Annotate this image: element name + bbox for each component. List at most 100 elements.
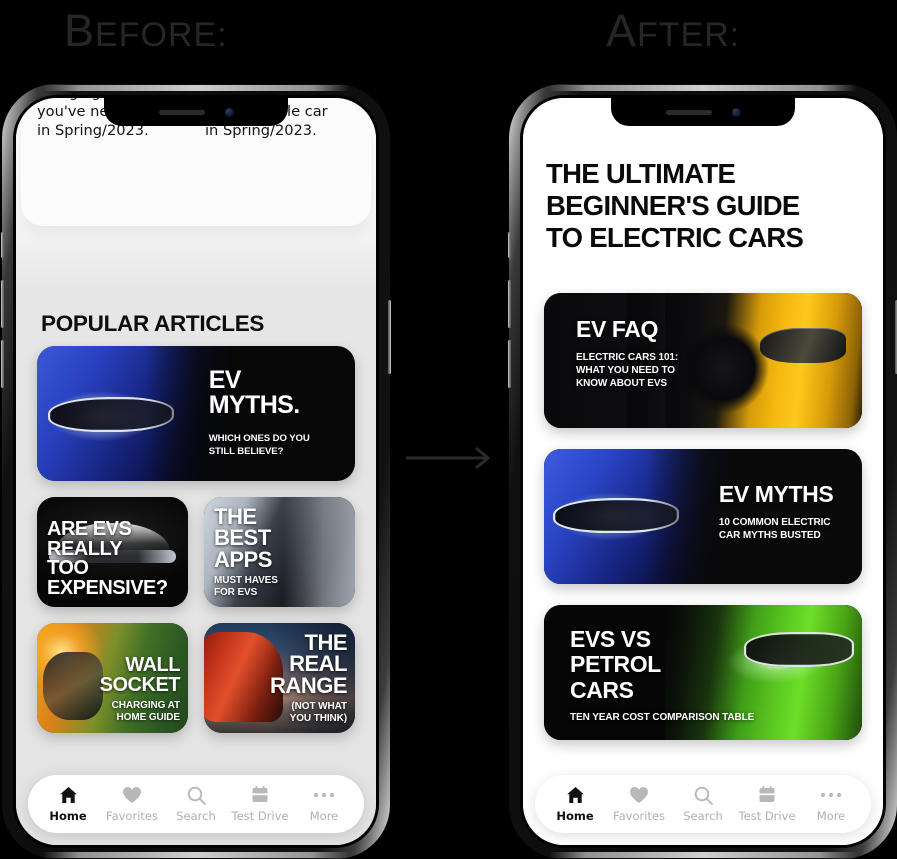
- volume-down-button[interactable]: [508, 340, 511, 388]
- apps-sub-line-2: FOR EVS: [214, 587, 258, 598]
- tab-test-drive[interactable]: Test Drive: [229, 785, 291, 823]
- guide-card-ev-faq-text: EV FAQ ELECTRIC CARS 101: WHAT YOU NEED …: [576, 317, 678, 390]
- featured-sub-line-2: STILL BELIEVE?: [208, 445, 284, 457]
- wall-title-line-2: SOCKET: [99, 673, 181, 696]
- tab-search-label: Search: [683, 809, 723, 823]
- petrol-title-line-1: EVS VS: [570, 626, 651, 652]
- before-heading-cap: B: [64, 5, 96, 56]
- power-button[interactable]: [388, 300, 391, 374]
- expensive-title-line-2: TOO EXPENSIVE?: [47, 557, 168, 599]
- tab-favorites[interactable]: Favorites: [608, 785, 670, 823]
- volume-up-button[interactable]: [508, 280, 511, 328]
- article-card-wall-socket[interactable]: WALL SOCKET CHARGING AT HOME GUIDE: [37, 623, 188, 733]
- before-heading: BEFORE:: [64, 8, 228, 53]
- tab-search[interactable]: Search: [672, 785, 734, 823]
- guide-card-ev-faq[interactable]: EV FAQ ELECTRIC CARS 101: WHAT YOU NEED …: [544, 293, 862, 428]
- guide-card-evs-vs-petrol-text: EVS VS PETROL CARS TEN YEAR COST COMPARI…: [570, 626, 755, 724]
- article-card-best-apps[interactable]: THE BEST APPS MUST HAVES FOR EVS: [204, 497, 355, 607]
- range-title-line-3: RANGE: [270, 672, 347, 698]
- phone-before: tting-edge charging and you've never see…: [1, 84, 391, 859]
- bezel-highlight-bottom: [42, 852, 350, 858]
- article-card-stack: EV MYTHS. WHICH ONES DO YOU STILL BELIEV…: [37, 346, 355, 733]
- tab-search-label: Search: [176, 809, 216, 823]
- headline-line-3: TO ELECTRIC CARS: [546, 221, 804, 253]
- tab-test-drive[interactable]: Test Drive: [736, 785, 798, 823]
- tab-search[interactable]: Search: [165, 785, 227, 823]
- silent-switch[interactable]: [508, 232, 511, 258]
- article-card-grid: ARE EVS REALLY TOO EXPENSIVE? THE BEST A…: [37, 497, 355, 733]
- guide-card-evs-vs-petrol[interactable]: EVS VS PETROL CARS TEN YEAR COST COMPARI…: [544, 605, 862, 740]
- bezel-highlight-top: [42, 85, 350, 91]
- tabbar-before: Home Favorites Search Test Drive More: [28, 775, 364, 833]
- ellipsis-icon: [820, 785, 842, 805]
- range-title-line-2: REAL: [289, 651, 347, 677]
- faq-sub-line-2: WHAT YOU NEED TO: [576, 365, 675, 377]
- guide-card-ev-myths[interactable]: EV MYTHS 10 COMMON ELECTRIC CAR MYTHS BU…: [544, 449, 862, 584]
- range-sub-line-1: (NOT WHAT: [291, 701, 347, 712]
- heart-icon: [122, 785, 142, 805]
- phone-before-bezel: tting-edge charging and you've never see…: [13, 95, 379, 848]
- petrol-title-line-3: CARS: [570, 676, 634, 703]
- volume-up-button[interactable]: [1, 280, 4, 328]
- front-camera: [731, 107, 741, 117]
- tab-more[interactable]: More: [800, 785, 862, 823]
- article-card-ev-myths[interactable]: EV MYTHS. WHICH ONES DO YOU STILL BELIEV…: [37, 346, 355, 481]
- article-card-expensive[interactable]: ARE EVS REALLY TOO EXPENSIVE?: [37, 497, 188, 607]
- faq-title: EV FAQ: [576, 316, 658, 342]
- tab-test-drive-label: Test Drive: [231, 809, 289, 823]
- phone-after: THE ULTIMATE BEGINNER'S GUIDE TO ELECTRI…: [508, 84, 897, 859]
- tabbar-after: Home Favorites Search Test Drive More: [535, 775, 871, 833]
- tab-more-label: More: [816, 809, 846, 823]
- myths-title: EV MYTHS: [718, 481, 834, 507]
- phone-after-bezel: THE ULTIMATE BEGINNER'S GUIDE TO ELECTRI…: [520, 95, 886, 848]
- article-card-best-apps-text: THE BEST APPS MUST HAVES FOR EVS: [214, 505, 347, 599]
- article-card-real-range-text: THE REAL RANGE (NOT WHAT YOU THINK): [214, 631, 347, 725]
- apps-title-line-3: APPS: [214, 546, 272, 572]
- guide-card-ev-myths-text: EV MYTHS 10 COMMON ELECTRIC CAR MYTHS BU…: [718, 481, 834, 542]
- comparison-stage: BEFORE: AFTER: you've in Spring/2023. ca…: [0, 0, 897, 859]
- apps-sub-line-1: MUST HAVES: [214, 575, 278, 586]
- featured-sub-line-1: WHICH ONES DO YOU: [208, 433, 310, 444]
- range-sub-line-2: YOU THINK): [289, 713, 347, 724]
- article-card-real-range[interactable]: THE REAL RANGE (NOT WHAT YOU THINK): [204, 623, 355, 733]
- tab-home-label: Home: [49, 809, 87, 823]
- expensive-title-line-1: ARE EVS REALLY: [47, 518, 132, 560]
- petrol-title-line-2: PETROL: [570, 651, 661, 678]
- faq-sub-line-1: ELECTRIC CARS 101:: [576, 352, 679, 364]
- wall-sub-line-1: CHARGING AT: [111, 700, 180, 711]
- apps-title-line-2: BEST: [214, 525, 271, 551]
- tab-more-label: More: [309, 809, 339, 823]
- article-card-expensive-text: ARE EVS REALLY TOO EXPENSIVE?: [47, 518, 180, 599]
- wall-sub-line-2: HOME GUIDE: [116, 712, 181, 723]
- tab-home[interactable]: Home: [544, 785, 606, 823]
- volume-down-button[interactable]: [1, 340, 4, 388]
- tab-favorites[interactable]: Favorites: [101, 785, 163, 823]
- silent-switch[interactable]: [1, 232, 4, 258]
- myths-sub-line-2: CAR MYTHS BUSTED: [718, 530, 821, 542]
- tab-favorites-label: Favorites: [613, 809, 665, 823]
- calendar-icon: [251, 785, 269, 805]
- before-app-view: tting-edge charging and you've never see…: [16, 98, 376, 845]
- tab-home-label: Home: [556, 809, 594, 823]
- tab-home[interactable]: Home: [37, 785, 99, 823]
- myths-sub-line-1: 10 COMMON ELECTRIC: [718, 517, 831, 529]
- featured-title-line-1: EV: [208, 366, 242, 394]
- home-icon: [59, 785, 78, 805]
- headline-line-2: BEGINNER'S GUIDE: [546, 189, 800, 221]
- bezel-highlight-top: [549, 85, 857, 91]
- after-app-view: THE ULTIMATE BEGINNER'S GUIDE TO ELECTRI…: [523, 98, 883, 845]
- faq-sub-line-3: KNOW ABOUT EVS: [576, 378, 668, 390]
- arrow-right-icon: [406, 446, 498, 470]
- petrol-sub-line-1: TEN YEAR COST COMPARISON TABLE: [570, 711, 755, 723]
- notch: [611, 98, 795, 126]
- search-icon: [187, 785, 206, 805]
- after-heading-rest: FTER:: [637, 16, 741, 54]
- home-icon: [566, 785, 585, 805]
- tab-more[interactable]: More: [293, 785, 355, 823]
- tab-favorites-label: Favorites: [106, 809, 158, 823]
- speaker-grille: [158, 109, 205, 115]
- heart-icon: [629, 785, 649, 805]
- after-heading: AFTER:: [606, 8, 740, 53]
- search-icon: [694, 785, 713, 805]
- guide-card-stack: EV FAQ ELECTRIC CARS 101: WHAT YOU NEED …: [544, 293, 862, 761]
